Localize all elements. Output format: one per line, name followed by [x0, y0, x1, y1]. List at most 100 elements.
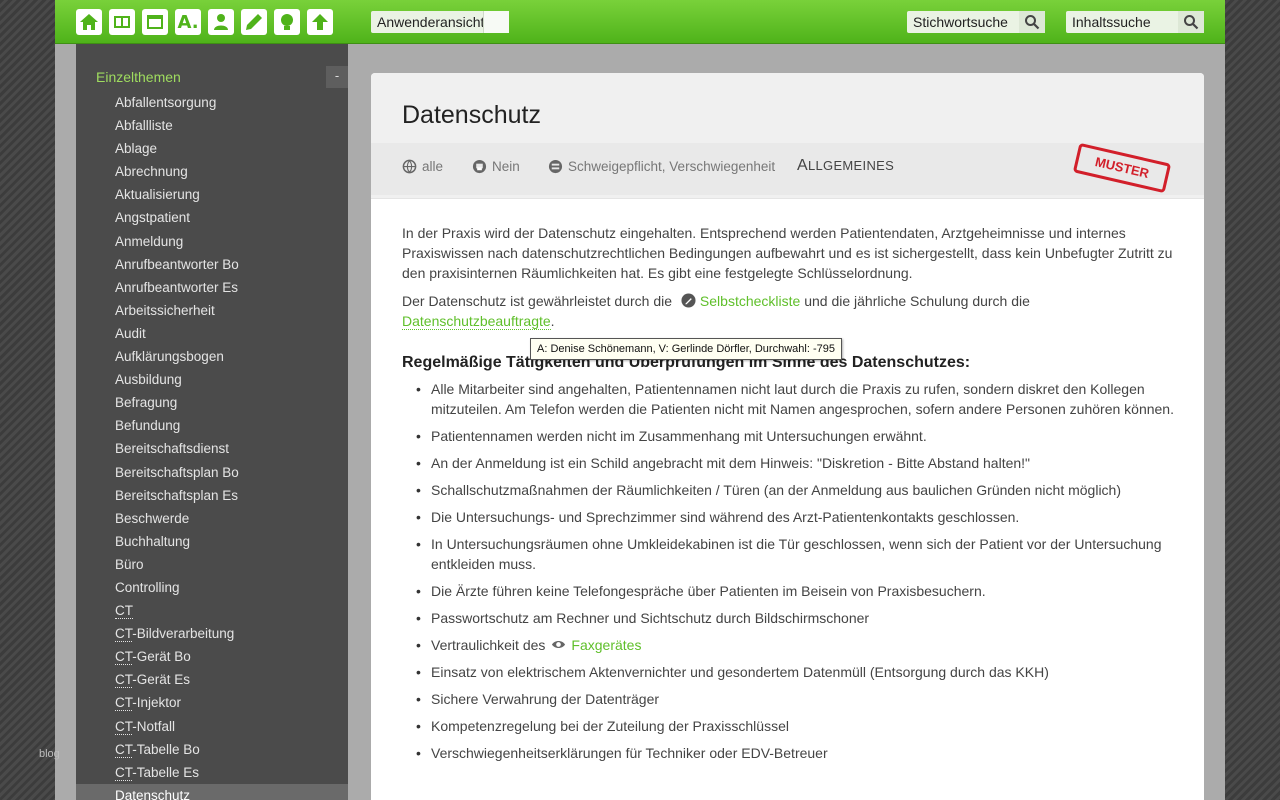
search-icon[interactable]	[1178, 11, 1204, 33]
selbstcheckliste-link[interactable]: Selbstcheckliste	[700, 293, 800, 309]
chevron-down-icon	[483, 11, 509, 33]
sidebar-item[interactable]: CT-Gerät Es	[76, 668, 348, 691]
watermark: blog	[39, 748, 60, 760]
view-select-value: Anwenderansicht	[377, 14, 485, 30]
pencil-icon[interactable]	[241, 9, 267, 35]
sidebar-item[interactable]: CT-Tabelle Es	[76, 761, 348, 784]
keyword-search-placeholder: Stichwortsuche	[913, 14, 1008, 30]
meta-audience: alle	[402, 159, 443, 174]
sidebar-item[interactable]: Buchhaltung	[76, 530, 348, 553]
sidebar-item[interactable]: Beschwerde	[76, 507, 348, 530]
home-icon[interactable]	[76, 9, 102, 35]
sidebar-item[interactable]: Befragung	[76, 391, 348, 414]
sidebar-item[interactable]: Arbeitssicherheit	[76, 299, 348, 322]
sidebar-item-abbr: CT	[115, 672, 133, 689]
font-a-icon[interactable]: A.	[175, 9, 201, 35]
sidebar: Einzelthemen - Abfallentsorgung Abfalllis…	[76, 44, 348, 800]
sidebar-item[interactable]: Audit	[76, 322, 348, 345]
sidebar-item[interactable]: Bereitschaftsplan Es	[76, 484, 348, 507]
eye-icon	[552, 640, 566, 649]
window-icon[interactable]	[142, 9, 168, 35]
font-a-label: A.	[177, 11, 199, 33]
sidebar-item-abbr: CT	[115, 764, 133, 781]
sidebar-item[interactable]: CT-Injektor	[76, 691, 348, 714]
list-item: Alle Mitarbeiter sind angehalten, Patien…	[402, 379, 1177, 419]
sidebar-collapse-button[interactable]: -	[326, 66, 348, 88]
sidebar-item[interactable]: Befundung	[76, 414, 348, 437]
keyword-search-input[interactable]: Stichwortsuche	[907, 11, 1045, 33]
list-item: Patientennamen werden nicht im Zusammenh…	[402, 426, 1177, 446]
search-icon[interactable]	[1019, 11, 1045, 33]
sidebar-item[interactable]: CT-Gerät Bo	[76, 645, 348, 668]
sidebar-item[interactable]: Bereitschaftsplan Bo	[76, 461, 348, 484]
meta-tags-label: Schweigepflicht, Verschwiegenheit	[568, 159, 776, 174]
printer-icon	[472, 159, 487, 174]
article-body: In der Praxis wird der Datenschutz einge…	[402, 223, 1177, 770]
sidebar-heading[interactable]: Einzelthemen	[96, 69, 181, 85]
sidebar-item[interactable]: Ausbildung	[76, 368, 348, 391]
p2-before: Der Datenschutz ist gewährleistet durch …	[402, 293, 673, 309]
sidebar-item[interactable]: CT-Tabelle Bo	[76, 738, 348, 761]
tooltip: A: Denise Schönemann, V: Gerlinde Dörfle…	[530, 338, 842, 360]
meta-category-initial: A	[797, 157, 808, 174]
sidebar-item-abbr: CT	[115, 649, 133, 666]
sidebar-item[interactable]: Aktualisierung	[76, 183, 348, 206]
sidebar-item[interactable]: Angstpatient	[76, 206, 348, 229]
list-item: Verschwiegenheitserklärungen für Technik…	[402, 743, 1177, 763]
list-item: Die Untersuchungs- und Sprechzimmer sind…	[402, 507, 1177, 527]
sidebar-item[interactable]: CT-Notfall	[76, 715, 348, 738]
meta-category-rest: LLGEMEINES	[807, 158, 895, 173]
sidebar-item-abbr: CT	[115, 603, 133, 620]
sidebar-item-abbr: CT	[115, 741, 133, 758]
arrow-up-icon[interactable]	[307, 9, 333, 35]
sidebar-item-label: -Tabelle Es	[132, 764, 200, 780]
list-item: Vertraulichkeit des Faxgerätes	[402, 635, 1177, 655]
content-search-placeholder: Inhaltssuche	[1072, 14, 1151, 30]
sidebar-item[interactable]: Abfallentsorgung	[76, 91, 348, 114]
list-item: Kompetenzregelung bei der Zuteilung der …	[402, 716, 1177, 736]
book-icon[interactable]	[109, 9, 135, 35]
sidebar-item-abbr: CT	[115, 626, 133, 643]
list-item: Passwortschutz am Rechner und Sichtschut…	[402, 608, 1177, 628]
sidebar-item-active[interactable]: Datenschutz	[76, 783, 348, 800]
bullet-list: Alle Mitarbeiter sind angehalten, Patien…	[402, 379, 1177, 763]
sidebar-item[interactable]: Abfallliste	[76, 114, 348, 137]
user-icon[interactable]	[208, 9, 234, 35]
sidebar-item[interactable]: CT	[76, 599, 348, 622]
meta-flag-label: Nein	[492, 159, 520, 174]
top-toolbar: A. Anwenderansicht Stichwortsuche Inhalt…	[55, 0, 1225, 44]
app-frame: A. Anwenderansicht Stichwortsuche Inhalt…	[55, 0, 1225, 800]
sidebar-item[interactable]: Anrufbeantworter Es	[76, 276, 348, 299]
sidebar-item-label: -Gerät Es	[132, 672, 191, 688]
sidebar-item[interactable]: Anrufbeantworter Bo	[76, 253, 348, 276]
list-item: Einsatz von elektrischem Aktenvernichter…	[402, 662, 1177, 682]
list-item: Schallschutzmaßnahmen der Räumlichkeiten…	[402, 480, 1177, 500]
view-select[interactable]: Anwenderansicht	[371, 11, 509, 33]
list-item: An der Anmeldung ist ein Schild angebrac…	[402, 453, 1177, 473]
sidebar-item[interactable]: Bereitschaftsdienst	[76, 437, 348, 460]
sidebar-item-label: -Injektor	[132, 695, 182, 711]
sidebar-item[interactable]: Anmeldung	[76, 230, 348, 253]
sidebar-item[interactable]: Aufklärungsbogen	[76, 345, 348, 368]
tag-icon	[548, 159, 563, 174]
intro-paragraph: In der Praxis wird der Datenschutz einge…	[402, 225, 1173, 281]
sidebar-item-label: -Tabelle Bo	[132, 741, 200, 757]
sidebar-item[interactable]: Büro	[76, 553, 348, 576]
faxgeraetes-link[interactable]: Faxgerätes	[571, 637, 641, 653]
list-item: Sichere Verwahrung der Datenträger	[402, 689, 1177, 709]
content-search-input[interactable]: Inhaltssuche	[1066, 11, 1204, 33]
datenschutzbeauftragte-link[interactable]: Datenschutzbeauftragte	[402, 313, 551, 330]
globe-icon	[402, 159, 417, 174]
meta-audience-label: alle	[422, 159, 444, 174]
checklist-icon	[681, 293, 696, 308]
content-card: Datenschutz alle Nein Schweigepflicht, V…	[371, 73, 1204, 800]
p2-end: .	[550, 313, 555, 329]
sidebar-item[interactable]: Ablage	[76, 137, 348, 160]
sidebar-item[interactable]: CT-Bildverarbeitung	[76, 622, 348, 645]
sidebar-item-label: -Gerät Bo	[132, 649, 191, 665]
meta-flag: Nein	[472, 159, 520, 174]
sidebar-item[interactable]: Abrechnung	[76, 160, 348, 183]
sidebar-item[interactable]: Controlling	[76, 576, 348, 599]
bulb-icon[interactable]	[274, 9, 300, 35]
meta-tags: Schweigepflicht, Verschwiegenheit	[548, 159, 775, 174]
